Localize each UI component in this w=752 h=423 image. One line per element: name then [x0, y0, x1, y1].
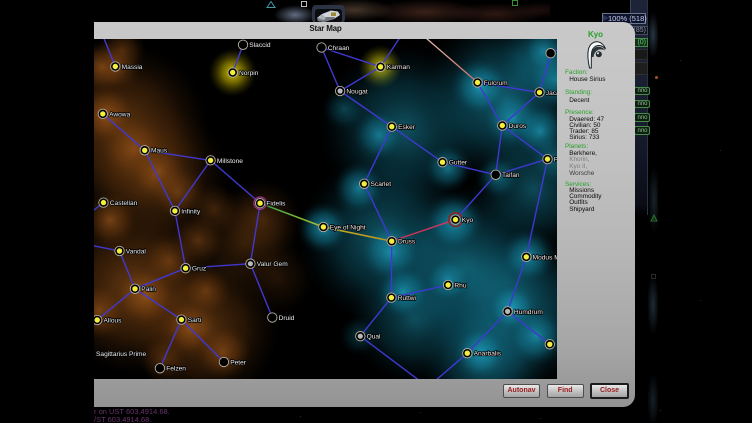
- svg-text:Scarlet: Scarlet: [371, 181, 392, 188]
- svg-text:Peter: Peter: [230, 359, 247, 366]
- svg-text:Valur Gem: Valur Gem: [257, 261, 289, 268]
- svg-text:Gutter: Gutter: [449, 160, 468, 167]
- svg-text:Duros: Duros: [509, 123, 527, 130]
- svg-text:Massia: Massia: [122, 64, 143, 71]
- svg-text:Felzen: Felzen: [166, 366, 186, 373]
- svg-text:Gruz: Gruz: [192, 266, 206, 273]
- svg-text:Castellan: Castellan: [110, 200, 138, 207]
- svg-text:Sarti: Sarti: [188, 317, 202, 324]
- svg-text:Slaccid: Slaccid: [249, 42, 271, 49]
- svg-text:Palin: Palin: [141, 286, 156, 293]
- svg-text:Modus Manis: Modus Manis: [533, 254, 557, 261]
- svg-text:Karman: Karman: [387, 64, 410, 71]
- svg-text:Nougat: Nougat: [346, 88, 367, 95]
- svg-text:Awowa: Awowa: [109, 111, 130, 118]
- svg-text:Esker: Esker: [398, 124, 416, 131]
- svg-text:Qual: Qual: [367, 334, 381, 341]
- svg-text:Maus: Maus: [151, 148, 168, 155]
- svg-text:Allous: Allous: [104, 317, 123, 324]
- svg-text:Rhu: Rhu: [454, 282, 466, 289]
- svg-text:Sagittarius Prime: Sagittarius Prime: [96, 351, 147, 358]
- svg-text:Fidelis: Fidelis: [266, 201, 286, 208]
- svg-text:Millstone: Millstone: [217, 158, 243, 165]
- svg-text:Jacare: Jacare: [546, 90, 557, 97]
- svg-text:Druid: Druid: [279, 315, 295, 322]
- svg-text:Humdrum: Humdrum: [514, 309, 543, 316]
- svg-text:Norpin: Norpin: [239, 70, 259, 77]
- svg-text:Infinity: Infinity: [181, 208, 201, 215]
- svg-text:Taifan: Taifan: [502, 172, 520, 179]
- svg-text:Eye of Night: Eye of Night: [330, 224, 366, 231]
- svg-text:Fulcrum: Fulcrum: [484, 80, 508, 87]
- svg-text:Druss: Druss: [398, 239, 416, 246]
- svg-text:Kyo: Kyo: [462, 217, 474, 224]
- svg-text:Anarbalis: Anarbalis: [474, 351, 502, 358]
- svg-text:Chraan: Chraan: [328, 45, 350, 52]
- svg-text:Ruttwi: Ruttwi: [398, 295, 417, 302]
- svg-text:Vandal: Vandal: [126, 248, 147, 255]
